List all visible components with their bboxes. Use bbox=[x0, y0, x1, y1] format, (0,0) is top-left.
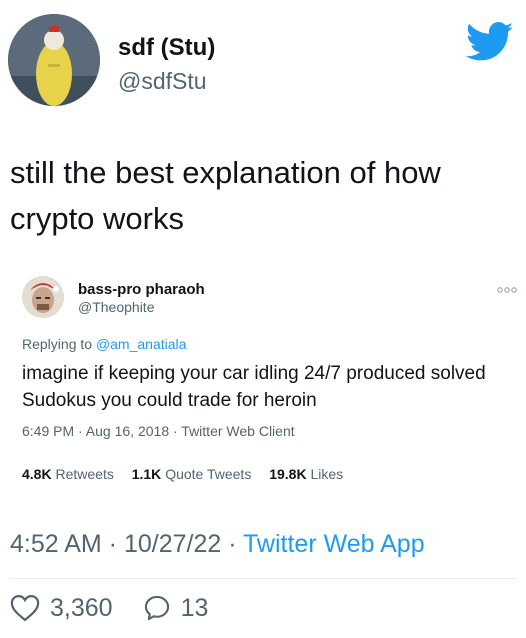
quote-tweets-stat[interactable]: 1.1K Quote Tweets bbox=[132, 466, 252, 482]
tweet-time: 4:52 AM · 10/27/22 · bbox=[10, 530, 244, 558]
quoted-display-name[interactable]: bass-pro pharaoh bbox=[78, 281, 205, 298]
display-name[interactable]: sdf (Stu) bbox=[118, 34, 215, 62]
quoted-meta: 6:49 PM · Aug 16, 2018 · Twitter Web Cli… bbox=[22, 423, 295, 439]
reply-icon bbox=[143, 594, 171, 622]
avatar[interactable] bbox=[8, 14, 100, 106]
retweets-stat[interactable]: 4.8K Retweets bbox=[22, 466, 114, 482]
replying-to-link[interactable]: @am_anatiala bbox=[96, 336, 187, 352]
replying-to: Replying to @am_anatiala bbox=[22, 336, 186, 352]
quoted-tweet-text: imagine if keeping your car idling 24/7 … bbox=[22, 363, 486, 411]
tweet-text: still the best explanation of how crypto… bbox=[10, 155, 441, 236]
replying-prefix: Replying to bbox=[22, 336, 96, 352]
like-count: 3,360 bbox=[50, 593, 113, 622]
heart-icon bbox=[10, 594, 40, 622]
divider bbox=[10, 578, 516, 579]
more-icon[interactable] bbox=[496, 281, 518, 293]
action-bar: 3,360 13 bbox=[10, 592, 238, 624]
quoted-stats: 4.8K Retweets 1.1K Quote Tweets 19.8K Li… bbox=[22, 466, 357, 482]
likes-stat[interactable]: 19.8K Likes bbox=[269, 466, 343, 482]
twitter-bird-icon bbox=[465, 22, 514, 62]
quoted-avatar[interactable] bbox=[22, 276, 64, 318]
quoted-handle[interactable]: @Theophite bbox=[78, 299, 154, 315]
handle[interactable]: @sdfStu bbox=[118, 68, 207, 95]
reply-count: 13 bbox=[180, 593, 209, 622]
tweet-source[interactable]: Twitter Web App bbox=[243, 530, 425, 558]
tweet-meta: 4:52 AM · 10/27/22 · Twitter Web App bbox=[10, 530, 425, 559]
reply-button[interactable]: 13 bbox=[143, 593, 209, 623]
like-button[interactable]: 3,360 bbox=[10, 594, 113, 623]
